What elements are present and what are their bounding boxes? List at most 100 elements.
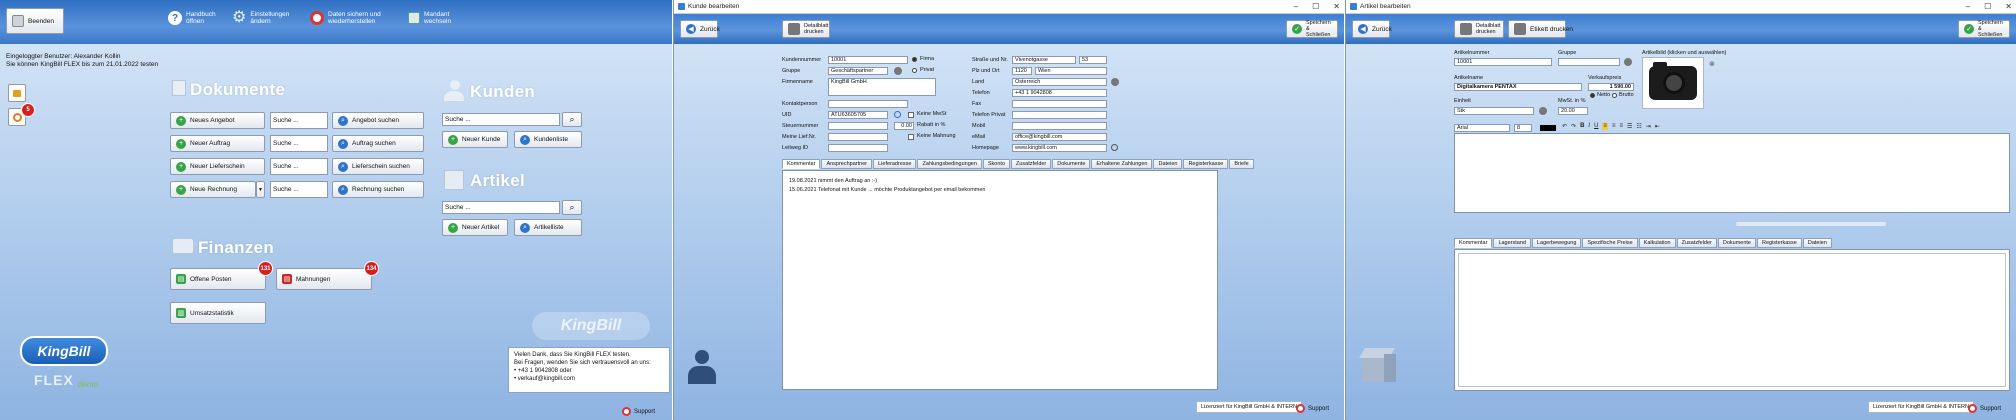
font-select[interactable]: Arial [1454, 124, 1510, 132]
angebot-search-input[interactable]: Suche ... [270, 112, 328, 129]
netto-radio[interactable] [1590, 93, 1595, 98]
maximize-icon[interactable]: ☐ [1984, 2, 1991, 11]
neue-rechnung-dropdown[interactable]: ▼ [256, 181, 265, 198]
umsatzstatistik-button[interactable]: ▥ Umsatzstatistik [170, 302, 266, 324]
tab-dokumente[interactable]: Dokumente [1717, 238, 1756, 248]
rabatt-input[interactable]: 0.00 [894, 122, 914, 130]
tab-lagerbewegung[interactable]: Lagerbewegung [1531, 238, 1582, 248]
rechnung-search-input[interactable]: Suche ... [270, 181, 328, 198]
uid-input[interactable]: ATU63605705 [828, 111, 888, 119]
zurueck-button[interactable]: ◀ Zurück [680, 20, 720, 38]
list-icon[interactable]: ☰ [1627, 123, 1632, 130]
lieferschein-suchen-button[interactable]: ⌕ Lieferschein suchen [332, 158, 424, 175]
tab-zahlungsbedingungen[interactable]: Zahlungsbedingungen [917, 159, 982, 169]
tab-zusatzfelder[interactable]: Zusatzfelder [1011, 159, 1052, 169]
tab-dateien[interactable]: Dateien [1153, 159, 1183, 169]
lieferschein-search-input[interactable]: Suche ... [270, 158, 328, 175]
daten-button[interactable]: Daten sichern und wiederherstellen [310, 11, 398, 25]
gruppe-edit-icon[interactable] [894, 67, 902, 75]
bold-icon[interactable]: B [1580, 123, 1584, 130]
beenden-button[interactable]: Beenden [6, 8, 64, 34]
italic-icon[interactable]: I [1588, 123, 1590, 130]
tab-ansprechpartner[interactable]: Ansprechpartner [821, 159, 873, 169]
minimize-icon[interactable]: – [1294, 2, 1298, 11]
verkaufspreis-input[interactable]: 1 590.00 [1588, 83, 1634, 91]
underline-icon[interactable]: U [1594, 123, 1598, 130]
uid-check-icon[interactable] [894, 111, 901, 118]
rechnung-suchen-button[interactable]: ⌕ Rechnung suchen [332, 181, 424, 198]
kundenliste-button[interactable]: ⌕ Kundenliste [514, 131, 582, 148]
outdent-icon[interactable]: ⇤ [1655, 123, 1660, 130]
privat-radio[interactable] [912, 68, 917, 73]
kontaktperson-input[interactable] [828, 100, 908, 108]
angebot-suchen-button[interactable]: ⌕ Angebot suchen [332, 112, 424, 129]
tab-dokumente[interactable]: Dokumente [1052, 159, 1091, 169]
detailblatt-button[interactable]: Detailblatt drucken [1454, 20, 1504, 38]
artikelname-input[interactable]: Digitalkamera PENTAX [1454, 83, 1582, 91]
kommentar-textarea[interactable] [1458, 253, 2006, 387]
artikelbild-picker[interactable] [1642, 57, 1704, 109]
neuer-lieferschein-button[interactable]: + Neuer Lieferschein [170, 158, 265, 175]
firma-radio[interactable] [912, 57, 917, 62]
neuer-kunde-button[interactable]: + Neuer Kunde [442, 131, 508, 148]
auftrag-search-input[interactable]: Suche ... [270, 135, 328, 152]
clear-image-icon[interactable]: ⊗ [1709, 60, 1715, 68]
steuernummer-input[interactable] [828, 122, 888, 130]
tab-kommentar[interactable]: Kommentar [782, 159, 821, 169]
neue-rechnung-button[interactable]: + Neue Rechnung [170, 181, 256, 198]
firmenname-input[interactable]: KingBill GmbH [828, 78, 936, 96]
einstellungen-button[interactable]: ⚙ Einstellungen ändern [232, 10, 294, 26]
keine-mahnung-checkbox[interactable] [908, 134, 914, 140]
email-input[interactable]: office@kingbill.com [1012, 133, 1107, 141]
tab-erhaltene-zahlungen[interactable]: Erhaltene Zahlungen [1091, 159, 1153, 169]
tab-registerkasse[interactable]: Registerkasse [1183, 159, 1229, 169]
telefon-input[interactable]: +43 1 9042808 [1012, 89, 1107, 97]
lock-button[interactable] [8, 84, 26, 102]
speichern-button[interactable]: ✓ Speichern & Schließen [1958, 20, 2010, 38]
artikelnummer-input[interactable]: 10001 [1454, 58, 1552, 66]
tab-skonto[interactable]: Skonto [982, 159, 1010, 169]
neuer-artikel-button[interactable]: + Neuer Artikel [442, 219, 508, 236]
globe-icon[interactable] [1111, 144, 1118, 151]
mandant-button[interactable]: Mandant wechseln [408, 11, 464, 25]
kundennummer-input[interactable]: 10001 [828, 56, 908, 64]
handbuch-button[interactable]: ? Handbuch öffnen [168, 11, 222, 25]
support-button[interactable]: Support [1968, 404, 2001, 413]
speichern-button[interactable]: ✓ Speichern & Schließen [1286, 20, 1338, 38]
hausnr-input[interactable]: 53 [1079, 56, 1107, 64]
align-center-icon[interactable]: ≡ [1612, 123, 1616, 130]
brutto-radio[interactable] [1612, 93, 1617, 98]
align-left-icon[interactable]: ≡ [1602, 123, 1608, 130]
einheit-select[interactable]: Stk [1454, 107, 1534, 115]
homepage-input[interactable]: www.kingbill.com [1012, 144, 1107, 152]
plz-input[interactable]: 1120 [1012, 67, 1032, 75]
neuer-auftrag-button[interactable]: + Neuer Auftrag [170, 135, 265, 152]
undo-icon[interactable]: ↶ [1562, 123, 1567, 130]
tab-kalkulation[interactable]: Kalkulation [1638, 238, 1676, 248]
zurueck-button[interactable]: ◀ Zurück [1352, 20, 1392, 38]
land-select[interactable]: Österreich [1012, 78, 1107, 86]
color-swatch[interactable] [1540, 125, 1556, 131]
offene-posten-button[interactable]: ▤ Offene Posten [170, 268, 266, 290]
tab-spezifische-preise[interactable]: Spezifische Preise [1582, 238, 1638, 248]
gruppe-select[interactable] [1558, 58, 1620, 66]
kunden-search-button[interactable]: ⌕ [562, 112, 582, 127]
indent-icon[interactable]: ⇥ [1646, 123, 1651, 130]
kommentar-textarea[interactable]: 19.08.2021 nimmt den Auftrag an :-) 15.0… [782, 170, 1218, 390]
tab-zusatzfelder[interactable]: Zusatzfelder [1676, 238, 1717, 248]
close-icon[interactable]: ✕ [1333, 2, 1340, 11]
mobil-input[interactable] [1012, 122, 1107, 130]
mwst-select[interactable]: 20.00 [1558, 107, 1588, 115]
tab-dateien[interactable]: Dateien [1802, 238, 1832, 248]
meine-lief-input[interactable] [828, 133, 888, 141]
artikel-search-button[interactable]: ⌕ [562, 200, 582, 215]
support-button[interactable]: Support [1296, 404, 1329, 413]
keine-mwst-checkbox[interactable] [908, 112, 914, 118]
align-right-icon[interactable]: ≡ [1619, 123, 1623, 130]
etikett-button[interactable]: Etikett drucken [1508, 20, 1573, 38]
maximize-icon[interactable]: ☐ [1312, 2, 1319, 11]
detailblatt-button[interactable]: Detailblatt drucken [782, 20, 830, 38]
artikel-search-input[interactable]: Suche ... [442, 201, 560, 214]
tab-lagerstand[interactable]: Lagerstand [1493, 238, 1531, 248]
minimize-icon[interactable]: – [1966, 2, 1970, 11]
